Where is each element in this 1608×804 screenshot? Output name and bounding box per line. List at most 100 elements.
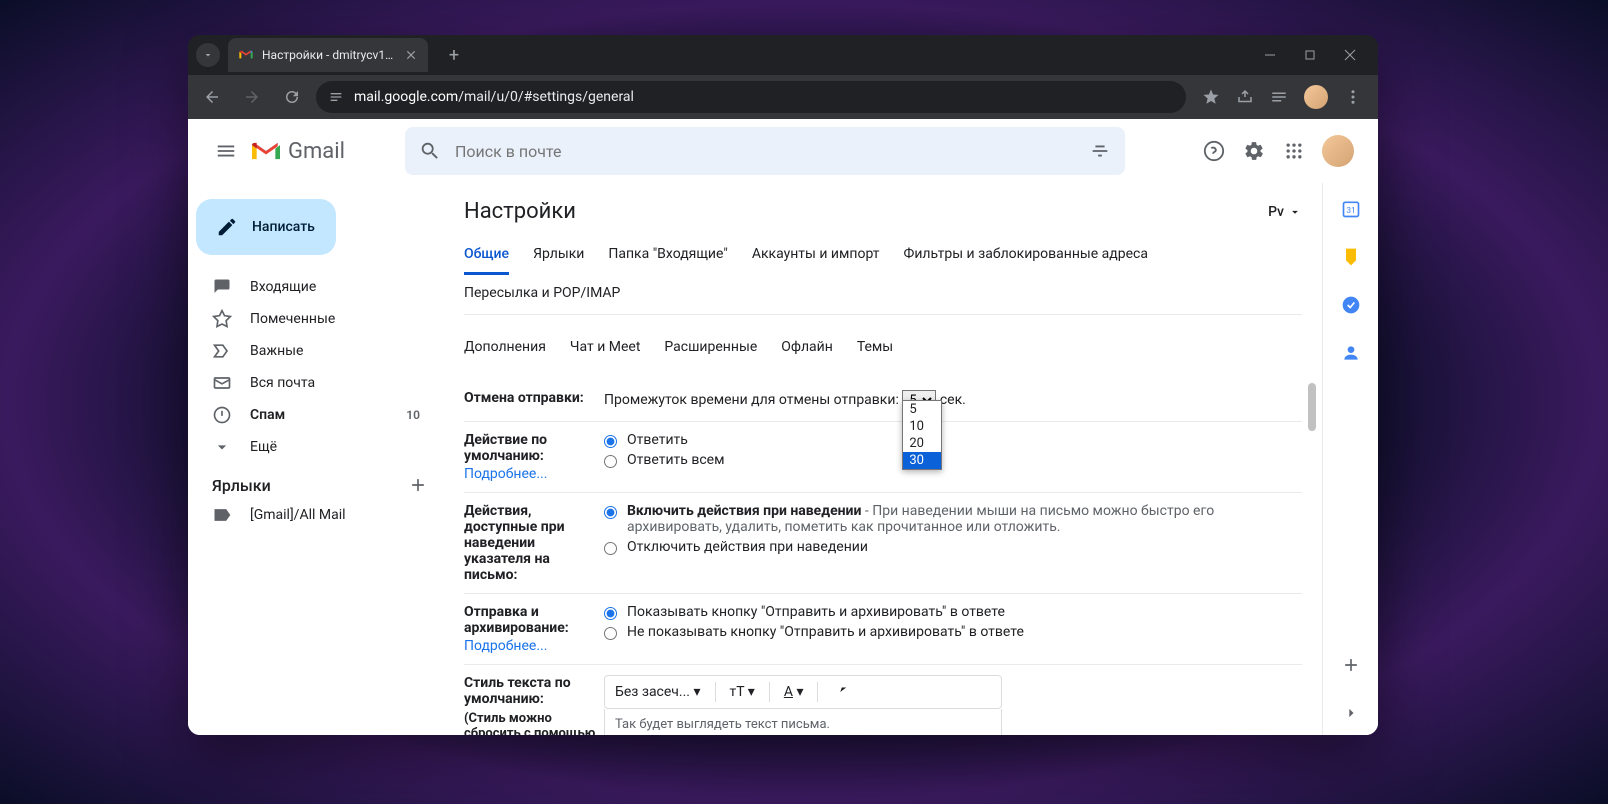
- hide-panel-icon[interactable]: [1341, 703, 1361, 723]
- gmail-favicon-icon: [238, 47, 254, 63]
- add-label-icon[interactable]: [408, 475, 428, 495]
- compose-label: Написать: [252, 219, 315, 235]
- chevron-down-icon: [212, 437, 232, 457]
- important-icon: [212, 341, 232, 361]
- undo-send-dropdown: 5 10 20 30: [902, 400, 942, 470]
- scrollbar-thumb[interactable]: [1308, 383, 1316, 431]
- gmail-logo[interactable]: Gmail: [252, 139, 345, 164]
- compose-button[interactable]: Написать: [196, 199, 336, 255]
- gmail-logo-icon: [252, 140, 280, 162]
- apps-grid-button[interactable]: [1282, 139, 1306, 163]
- sidebar-label-item[interactable]: [Gmail]/All Mail: [188, 499, 432, 531]
- radio-hide-archive[interactable]: [604, 627, 617, 640]
- reading-list-icon[interactable]: [1270, 88, 1288, 106]
- add-panel-icon[interactable]: [1341, 655, 1361, 675]
- minimize-icon[interactable]: [1262, 47, 1278, 63]
- main-menu-button[interactable]: [204, 129, 248, 173]
- back-button[interactable]: [196, 81, 228, 113]
- sidebar-item-allmail[interactable]: Вся почта: [188, 367, 432, 399]
- input-tools-button[interactable]: Рv: [1268, 204, 1302, 220]
- learn-more-link[interactable]: Подробнее...: [464, 466, 604, 482]
- text-style-preview: Так будет выглядеть текст письма.: [604, 709, 1002, 735]
- tab-offline[interactable]: Офлайн: [781, 329, 833, 368]
- learn-more-link[interactable]: Подробнее...: [464, 638, 604, 654]
- font-family-select[interactable]: Без засеч... ▾: [615, 684, 701, 700]
- tab-addons[interactable]: Дополнения: [464, 329, 546, 368]
- setting-text-style: Стиль текста по умолчанию:(Стиль можно с…: [464, 665, 1302, 735]
- radio-reply-all[interactable]: [604, 455, 617, 468]
- inbox-icon: [212, 277, 232, 297]
- setting-send-archive: Отправка и архивирование:Подробнее... По…: [464, 594, 1302, 665]
- sidebar-item-starred[interactable]: Помеченные: [188, 303, 432, 335]
- tab-labels[interactable]: Ярлыки: [533, 236, 584, 275]
- font-size-select[interactable]: тT ▾: [730, 684, 755, 700]
- settings-gear-button[interactable]: [1242, 139, 1266, 163]
- search-options-icon[interactable]: [1089, 140, 1111, 162]
- user-avatar[interactable]: [1322, 135, 1354, 167]
- calendar-icon[interactable]: 31: [1341, 199, 1361, 219]
- dropdown-option-highlighted[interactable]: 30: [903, 452, 941, 469]
- bookmark-star-icon[interactable]: [1202, 88, 1220, 106]
- extensions-icon[interactable]: [1236, 88, 1254, 106]
- close-icon[interactable]: [1342, 47, 1358, 63]
- pencil-icon: [216, 216, 238, 238]
- side-panel: 31: [1322, 183, 1378, 735]
- radio-show-archive[interactable]: [604, 607, 617, 620]
- dropdown-option[interactable]: 20: [903, 435, 941, 452]
- sidebar-item-spam[interactable]: Спам10: [188, 399, 432, 431]
- star-icon: [212, 309, 232, 329]
- dropdown-option[interactable]: 5: [903, 401, 941, 418]
- radio-hover-off[interactable]: [604, 542, 617, 555]
- forward-button[interactable]: [236, 81, 268, 113]
- radio-reply[interactable]: [604, 435, 617, 448]
- label-icon: [212, 505, 232, 525]
- allmail-icon: [212, 373, 232, 393]
- dropdown-option[interactable]: 10: [903, 418, 941, 435]
- radio-hover-on[interactable]: [604, 506, 617, 519]
- gmail-product-name: Gmail: [288, 139, 345, 164]
- clear-formatting-button[interactable]: [832, 683, 850, 701]
- sidebar-item-important[interactable]: Важные: [188, 335, 432, 367]
- tasks-icon[interactable]: [1341, 295, 1361, 315]
- tab-inbox[interactable]: Папка "Входящие": [608, 236, 727, 275]
- browser-menu-icon[interactable]: [1344, 88, 1362, 106]
- tab-close-icon[interactable]: [404, 48, 418, 62]
- tab-general[interactable]: Общие: [464, 236, 509, 275]
- browser-titlebar: Настройки - dmitrycv1@gmail. +: [188, 35, 1378, 75]
- new-tab-button[interactable]: +: [440, 41, 468, 69]
- url-host: mail.google.com: [354, 89, 458, 105]
- tab-advanced[interactable]: Расширенные: [664, 329, 757, 368]
- maximize-icon[interactable]: [1302, 47, 1318, 63]
- font-color-select[interactable]: A ▾: [784, 684, 804, 700]
- labels-header: Ярлыки: [188, 463, 444, 499]
- site-info-icon[interactable]: [328, 89, 344, 105]
- settings-title: Настройки: [464, 199, 576, 224]
- sidebar-item-inbox[interactable]: Входящие: [188, 271, 432, 303]
- keep-icon[interactable]: [1341, 247, 1361, 267]
- tab-forwarding[interactable]: Пересылка и POP/IMAP: [464, 275, 620, 314]
- setting-default-action: Действие по умолчанию:Подробнее... Ответ…: [464, 422, 1302, 493]
- tab-search-button[interactable]: [196, 43, 220, 67]
- search-input[interactable]: [455, 142, 1075, 161]
- settings-tabs-primary: Общие Ярлыки Папка "Входящие" Аккаунты и…: [464, 236, 1302, 315]
- svg-text:31: 31: [1346, 206, 1355, 216]
- tab-themes[interactable]: Темы: [857, 329, 893, 368]
- tab-filters[interactable]: Фильтры и заблокированные адреса: [904, 236, 1148, 275]
- contacts-icon[interactable]: [1341, 343, 1361, 363]
- url-input[interactable]: mail.google.com/mail/u/0/#settings/gener…: [316, 81, 1186, 113]
- spam-icon: [212, 405, 232, 425]
- sidebar-item-more[interactable]: Ещё: [188, 431, 432, 463]
- support-button[interactable]: [1202, 139, 1226, 163]
- search-icon: [419, 140, 441, 162]
- browser-tab[interactable]: Настройки - dmitrycv1@gmail.: [228, 38, 428, 72]
- tab-chat[interactable]: Чат и Meet: [570, 329, 641, 368]
- setting-hover-actions: Действия, доступные при наведении указат…: [464, 493, 1302, 594]
- tab-accounts[interactable]: Аккаунты и импорт: [752, 236, 880, 275]
- sidebar: Написать Входящие Помеченные Важные Вся …: [188, 119, 444, 735]
- reload-button[interactable]: [276, 81, 308, 113]
- browser-addressbar: mail.google.com/mail/u/0/#settings/gener…: [188, 75, 1378, 119]
- settings-tabs-secondary: Дополнения Чат и Meet Расширенные Офлайн…: [464, 321, 1302, 380]
- search-bar[interactable]: [405, 127, 1125, 175]
- url-path: /mail/u/0/#settings/general: [458, 89, 634, 105]
- browser-profile-avatar[interactable]: [1304, 85, 1328, 109]
